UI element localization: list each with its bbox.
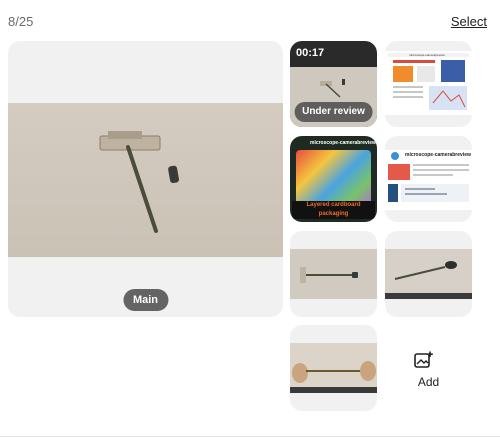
add-label: Add: [417, 375, 440, 389]
web-screenshot-2: [385, 150, 472, 210]
video-duration: 00:17: [296, 47, 325, 59]
add-photo-button[interactable]: Add: [385, 325, 472, 411]
packaging-illustration: [296, 150, 371, 208]
add-photos-icon: [414, 351, 433, 368]
photo-thumbnail-hinge[interactable]: [290, 231, 377, 317]
main-badge: Main: [122, 289, 169, 311]
web-page-image: [385, 51, 472, 115]
web-page-image: [385, 150, 472, 210]
top-bar: 8/25 Select: [0, 0, 500, 40]
video-thumbnail[interactable]: 00:17 Under review: [290, 41, 377, 127]
photo-thumbnail-handheld[interactable]: [385, 231, 472, 317]
main-photo: [8, 103, 283, 257]
hinge-pin-image: [99, 131, 180, 233]
main-photo-tile[interactable]: Main: [8, 41, 283, 317]
web-screenshot-thumbnail-2[interactable]: microscope-camerabreview: [385, 136, 472, 222]
photo-thumbnail-pin[interactable]: [290, 325, 377, 411]
bottom-divider: [0, 436, 500, 437]
web-screenshot-thumbnail-1[interactable]: microscope-camera|review: [385, 41, 472, 127]
web-screenshot-1: [385, 51, 472, 115]
hinge-photo-image: [300, 267, 358, 283]
photo-hinge: [290, 249, 377, 299]
select-button[interactable]: Select: [451, 14, 487, 29]
packaging-heading: microscope-camerabreview: [310, 140, 376, 146]
web-screenshot-1-heading: microscope-camera|review: [409, 53, 445, 57]
packaging-caption: Layered cardboard packaging: [292, 201, 375, 219]
review-status-badge: Under review: [294, 102, 373, 122]
pin-photo-image: [290, 361, 377, 393]
web-screenshot-2-heading: microscope-camerabreview: [405, 152, 471, 158]
photo-counter: 8/25: [8, 14, 34, 29]
photo-handheld: [385, 249, 472, 299]
packaging-thumbnail[interactable]: microscope-camerabreview Layered cardboa…: [290, 136, 377, 222]
handheld-photo-image: [385, 261, 472, 299]
photo-pin: [290, 343, 377, 393]
